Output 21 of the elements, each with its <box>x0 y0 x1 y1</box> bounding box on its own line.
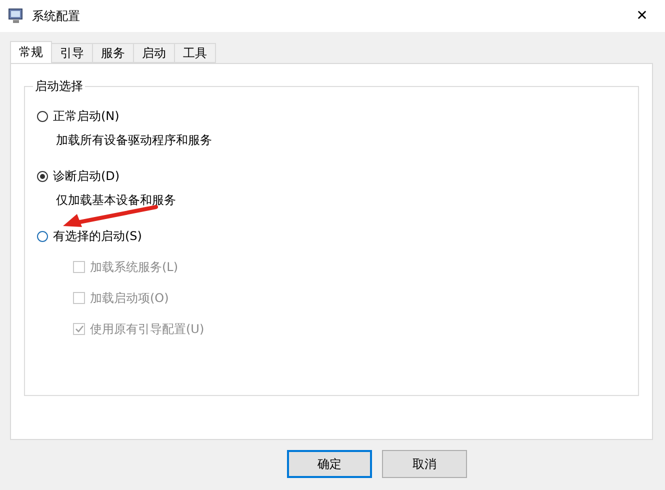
checkbox-label: 加载启动项(O) <box>90 290 169 306</box>
radio-button[interactable] <box>37 170 48 182</box>
dialog-button[interactable]: 确定 <box>287 450 372 478</box>
radio-label: 诊断启动(D) <box>53 168 120 184</box>
group-title: 启动选择 <box>34 78 84 95</box>
tab[interactable]: 服务 <box>92 43 134 63</box>
option-description: 加载所有设备驱动程序和服务 <box>56 132 213 149</box>
tab[interactable]: 常规 <box>10 41 52 63</box>
radio-button[interactable] <box>37 110 48 122</box>
radio-label: 有选择的启动(S) <box>53 228 142 244</box>
window-title: 系统配置 <box>32 8 81 24</box>
tab[interactable]: 引导 <box>51 43 93 63</box>
checkbox-label: 使用原有引导配置(U) <box>90 320 204 338</box>
monitor-icon <box>8 8 24 24</box>
dialog-button[interactable]: 取消 <box>382 450 467 478</box>
radio-label: 正常启动(N) <box>53 108 120 124</box>
tab[interactable]: 启动 <box>133 43 175 63</box>
option-description: 仅加载基本设备和服务 <box>56 192 177 209</box>
radio-button[interactable] <box>37 230 48 242</box>
checkbox-label: 加载系统服务(L) <box>90 258 178 276</box>
tab[interactable]: 工具 <box>174 43 216 63</box>
